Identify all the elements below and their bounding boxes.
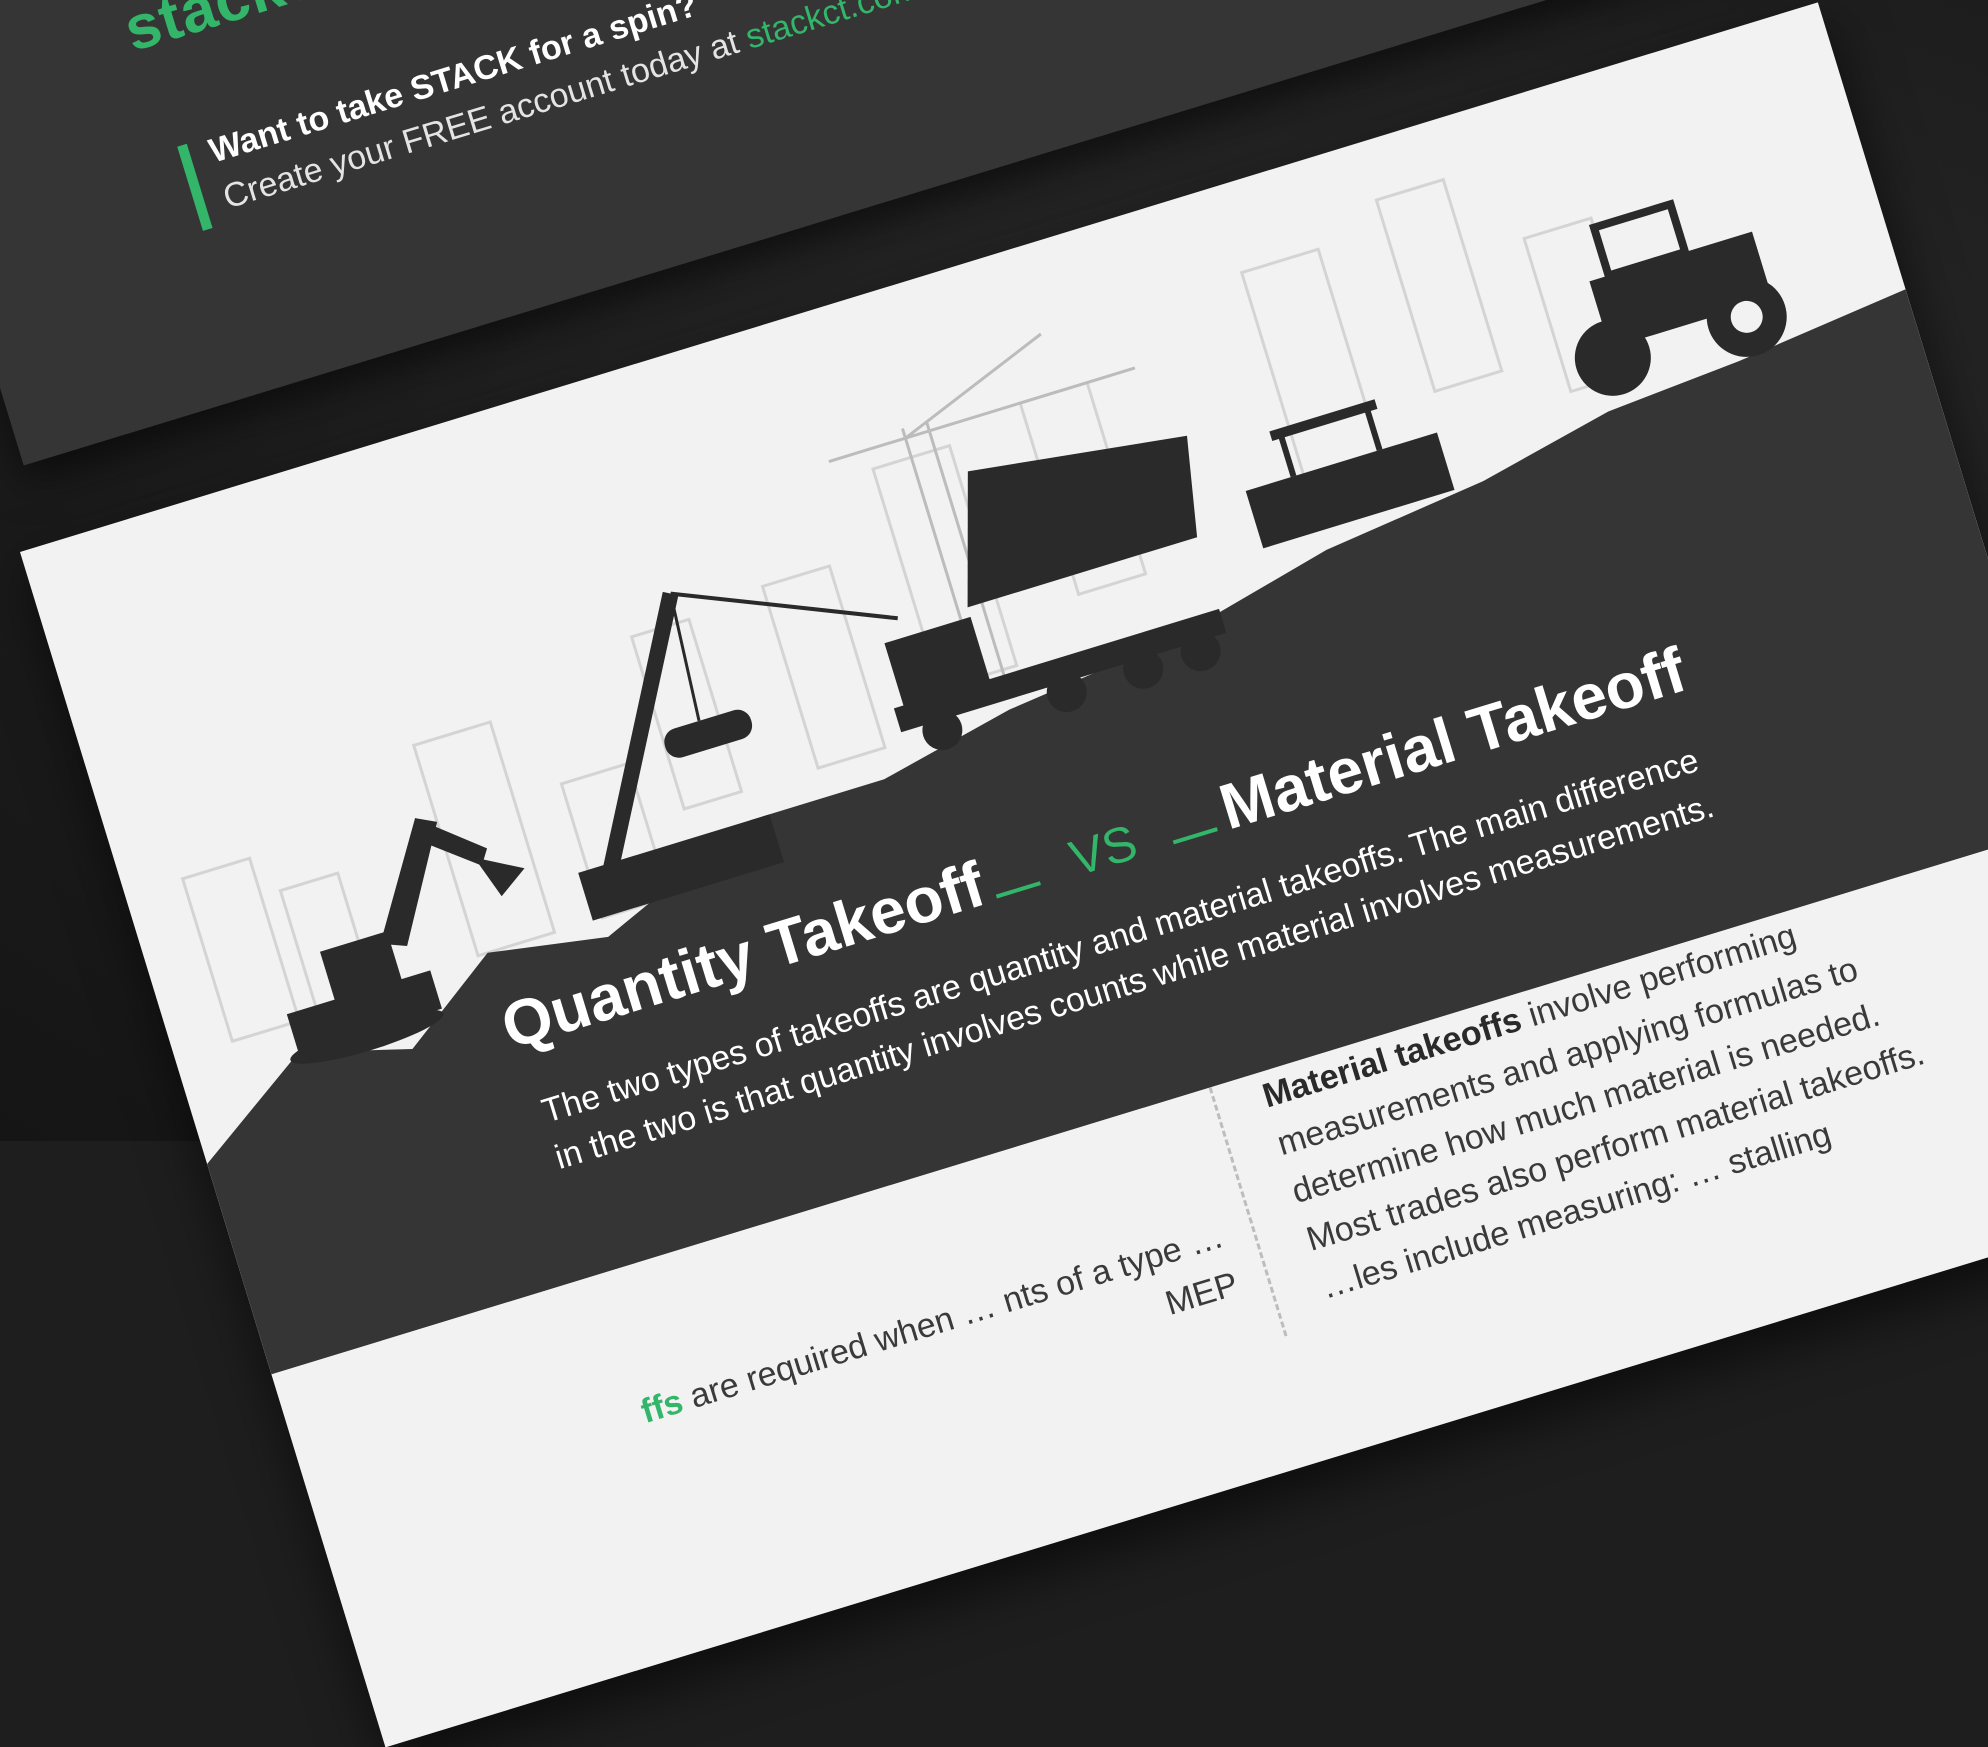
promo-link[interactable]: stackct.com [741,0,924,57]
pipe-load-icon [664,709,753,758]
brand-logo: stackct. [116,0,365,66]
quantity-column: ffs are required when … nts of a type … … [622,1211,1244,1488]
dash-left [996,880,1042,899]
dash-right [1172,826,1219,845]
quantity-body: are required when … nts of a type … MEP [676,1217,1243,1419]
accent-bar [177,143,213,231]
